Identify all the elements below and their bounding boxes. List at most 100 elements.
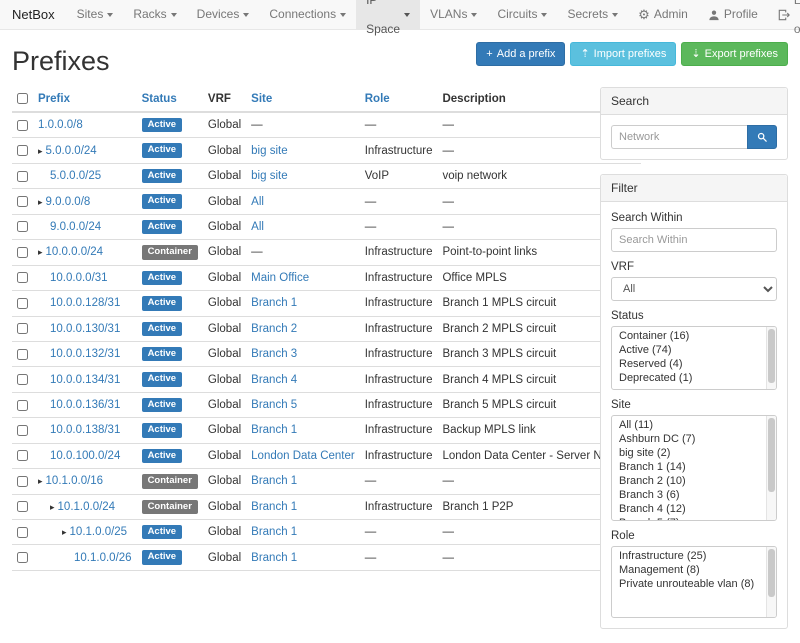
prefix-link[interactable]: 10.1.0.0/26 bbox=[74, 552, 132, 564]
role-listbox[interactable]: Infrastructure (25)Management (8)Private… bbox=[611, 546, 777, 618]
site-listbox[interactable]: All (11)Ashburn DC (7)big site (2)Branch… bbox=[611, 415, 777, 521]
row-checkbox-cell bbox=[12, 367, 33, 392]
site-link[interactable]: Branch 4 bbox=[251, 374, 297, 386]
nav-item-racks[interactable]: Racks bbox=[123, 0, 186, 29]
scrollbar[interactable] bbox=[766, 547, 776, 617]
row-checkbox[interactable] bbox=[17, 374, 28, 385]
filter-option[interactable]: Deprecated (1) bbox=[612, 371, 764, 385]
export-prefixes-button[interactable]: ⇣ Export prefixes bbox=[681, 42, 788, 66]
nav-item-secrets[interactable]: Secrets bbox=[557, 0, 628, 29]
prefix-link[interactable]: 10.0.0.134/31 bbox=[50, 374, 120, 386]
site-link[interactable]: Branch 1 bbox=[251, 526, 297, 538]
site-link[interactable]: Branch 2 bbox=[251, 323, 297, 335]
column-header-site[interactable]: Site bbox=[246, 87, 360, 112]
column-header-prefix[interactable]: Prefix bbox=[33, 87, 137, 112]
filter-option[interactable]: Branch 1 (14) bbox=[612, 460, 764, 474]
column-header-status[interactable]: Status bbox=[137, 87, 203, 112]
nav-item-profile[interactable]: Profile bbox=[698, 0, 768, 29]
search-button[interactable] bbox=[747, 125, 777, 149]
search-within-input[interactable] bbox=[611, 228, 777, 252]
prefix-link[interactable]: 10.1.0.0/25 bbox=[70, 526, 128, 538]
row-checkbox[interactable] bbox=[17, 171, 28, 182]
status-cell: Container bbox=[137, 469, 203, 494]
nav-item-circuits[interactable]: Circuits bbox=[487, 0, 557, 29]
row-checkbox[interactable] bbox=[17, 247, 28, 258]
nav-item-ip-space[interactable]: IP Space bbox=[356, 0, 420, 29]
filter-option[interactable]: Branch 3 (6) bbox=[612, 488, 764, 502]
row-checkbox[interactable] bbox=[17, 272, 28, 283]
site-link[interactable]: Branch 5 bbox=[251, 399, 297, 411]
prefix-link[interactable]: 10.0.0.130/31 bbox=[50, 323, 120, 335]
row-checkbox[interactable] bbox=[17, 400, 28, 411]
prefix-link[interactable]: 1.0.0.0/8 bbox=[38, 119, 83, 131]
row-checkbox[interactable] bbox=[17, 120, 28, 131]
row-checkbox[interactable] bbox=[17, 298, 28, 309]
filter-option[interactable]: Ashburn DC (7) bbox=[612, 432, 764, 446]
column-header-role[interactable]: Role bbox=[360, 87, 438, 112]
filter-option[interactable]: Branch 4 (12) bbox=[612, 502, 764, 516]
prefix-link[interactable]: 10.0.0.138/31 bbox=[50, 424, 120, 436]
search-input[interactable] bbox=[611, 125, 747, 149]
expand-caret-icon: ▸ bbox=[38, 476, 43, 487]
prefix-link[interactable]: 10.0.100.0/24 bbox=[50, 450, 120, 462]
row-checkbox[interactable] bbox=[17, 450, 28, 461]
nav-item-vlans[interactable]: VLANs bbox=[420, 0, 487, 29]
filter-option[interactable]: Branch 5 (7) bbox=[612, 516, 764, 521]
site-link[interactable]: London Data Center bbox=[251, 450, 355, 462]
site-link[interactable]: All bbox=[251, 221, 264, 233]
nav-item-log-out[interactable]: Log out bbox=[768, 0, 800, 29]
row-checkbox[interactable] bbox=[17, 221, 28, 232]
filter-option[interactable]: All (11) bbox=[612, 418, 764, 432]
row-checkbox[interactable] bbox=[17, 527, 28, 538]
scrollbar[interactable] bbox=[766, 416, 776, 520]
filter-option[interactable]: Active (74) bbox=[612, 343, 764, 357]
site-link[interactable]: Branch 1 bbox=[251, 475, 297, 487]
prefix-cell: ▸10.1.0.0/25 bbox=[33, 520, 137, 545]
prefix-link[interactable]: 10.0.0.136/31 bbox=[50, 399, 120, 411]
site-link[interactable]: Branch 3 bbox=[251, 348, 297, 360]
filter-option[interactable]: Branch 2 (10) bbox=[612, 474, 764, 488]
prefix-link[interactable]: 10.0.0.128/31 bbox=[50, 297, 120, 309]
vrf-select[interactable]: All bbox=[611, 277, 777, 301]
row-checkbox[interactable] bbox=[17, 476, 28, 487]
row-checkbox[interactable] bbox=[17, 425, 28, 436]
row-checkbox[interactable] bbox=[17, 323, 28, 334]
select-all-checkbox[interactable] bbox=[17, 93, 28, 104]
add-prefix-button[interactable]: + Add a prefix bbox=[476, 42, 565, 66]
scrollbar[interactable] bbox=[766, 327, 776, 389]
nav-item-admin[interactable]: ⚙Admin bbox=[628, 0, 698, 29]
site-link[interactable]: Main Office bbox=[251, 272, 309, 284]
row-checkbox[interactable] bbox=[17, 349, 28, 360]
status-badge: Container bbox=[142, 474, 198, 488]
status-listbox[interactable]: Container (16)Active (74)Reserved (4)Dep… bbox=[611, 326, 777, 390]
vrf-cell: Global bbox=[203, 112, 246, 138]
filter-option[interactable]: Reserved (4) bbox=[612, 357, 764, 371]
prefix-link[interactable]: 5.0.0.0/24 bbox=[46, 145, 97, 157]
site-link[interactable]: Branch 1 bbox=[251, 297, 297, 309]
prefix-link[interactable]: 10.0.0.0/24 bbox=[46, 246, 104, 258]
prefix-link[interactable]: 9.0.0.0/8 bbox=[46, 196, 91, 208]
nav-item-sites[interactable]: Sites bbox=[67, 0, 124, 29]
prefix-link[interactable]: 10.0.0.132/31 bbox=[50, 348, 120, 360]
row-checkbox[interactable] bbox=[17, 552, 28, 563]
site-link[interactable]: Branch 1 bbox=[251, 424, 297, 436]
filter-option[interactable]: Container (16) bbox=[612, 329, 764, 343]
row-checkbox[interactable] bbox=[17, 145, 28, 156]
site-link[interactable]: big site bbox=[251, 145, 287, 157]
row-checkbox[interactable] bbox=[17, 196, 28, 207]
filter-option[interactable]: Private unrouteable vlan (8) bbox=[612, 577, 764, 591]
nav-item-devices[interactable]: Devices bbox=[187, 0, 260, 29]
prefix-link[interactable]: 9.0.0.0/24 bbox=[50, 221, 101, 233]
site-link[interactable]: Branch 1 bbox=[251, 552, 297, 564]
site-link[interactable]: big site bbox=[251, 170, 287, 182]
import-prefixes-button[interactable]: ⇡ Import prefixes bbox=[570, 42, 676, 66]
brand-logo[interactable]: NetBox bbox=[0, 0, 67, 29]
filter-option[interactable]: Infrastructure (25) bbox=[612, 549, 764, 563]
filter-option[interactable]: big site (2) bbox=[612, 446, 764, 460]
filter-option[interactable]: Management (8) bbox=[612, 563, 764, 577]
prefix-link[interactable]: 10.0.0.0/31 bbox=[50, 272, 108, 284]
prefix-link[interactable]: 10.1.0.0/16 bbox=[46, 475, 104, 487]
nav-item-connections[interactable]: Connections bbox=[259, 0, 356, 29]
site-link[interactable]: All bbox=[251, 196, 264, 208]
prefix-link[interactable]: 5.0.0.0/25 bbox=[50, 170, 101, 182]
